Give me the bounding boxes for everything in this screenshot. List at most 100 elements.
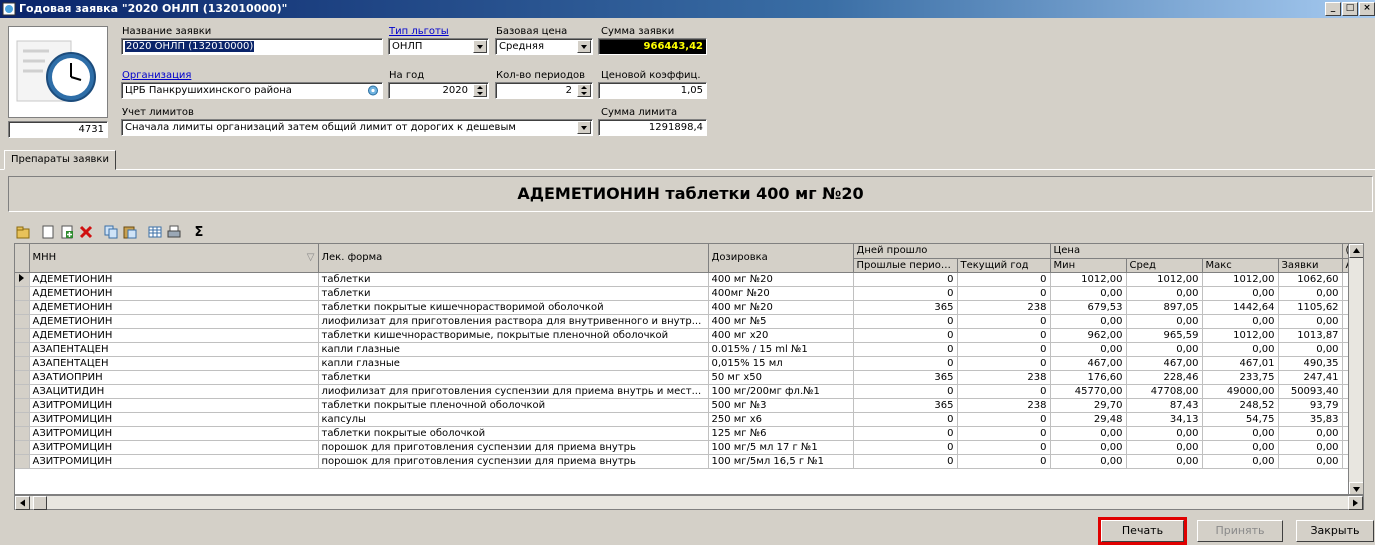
cell-form[interactable]: лиофилизат для приготовления раствора дл…	[318, 314, 709, 329]
cell-days-past[interactable]: 0	[853, 314, 958, 329]
cell-mnn[interactable]: АЗАПЕНТАЦЕН	[29, 342, 319, 357]
cell-dose[interactable]: 400мг №20	[708, 286, 854, 301]
cell-days-past[interactable]: 0	[853, 328, 958, 343]
cell-dose[interactable]: 100 мг/5 мл 17 г №1	[708, 440, 854, 455]
scroll-left-icon[interactable]	[15, 496, 30, 510]
cell-days-past[interactable]: 0	[853, 272, 958, 287]
close-window-button[interactable]: ×	[1359, 2, 1375, 16]
table-row[interactable]: АЗАПЕНТАЦЕН капли глазные 0.015% / 15 ml №…	[15, 342, 1363, 357]
cell-min[interactable]: 0,00	[1050, 286, 1127, 301]
cell-max[interactable]: 233,75	[1202, 370, 1279, 385]
cell-days-current[interactable]: 0	[957, 356, 1051, 371]
spin-arrows-icon[interactable]	[577, 84, 591, 97]
tab-drugs[interactable]: Препараты заявки	[4, 150, 116, 170]
benefit-type-link[interactable]: Тип льготы	[389, 26, 449, 38]
cell-mnn[interactable]: АЗИТРОМИЦИН	[29, 398, 319, 413]
cell-days-current[interactable]: 0	[957, 426, 1051, 441]
cell-min[interactable]: 0,00	[1050, 314, 1127, 329]
column-req[interactable]: Заявки	[1278, 258, 1343, 273]
cell-avg[interactable]: 47708,00	[1126, 384, 1203, 399]
open-icon[interactable]	[14, 223, 32, 241]
cell-dose[interactable]: 50 мг x50	[708, 370, 854, 385]
cell-days-current[interactable]: 0	[957, 328, 1051, 343]
column-avg[interactable]: Сред	[1126, 258, 1203, 273]
dropdown-arrow-icon[interactable]	[577, 40, 591, 53]
cell-form[interactable]: лиофилизат для приготовления суспензии д…	[318, 384, 709, 399]
cell-days-current[interactable]: 238	[957, 300, 1051, 315]
cell-dose[interactable]: 250 мг x6	[708, 412, 854, 427]
table-row[interactable]: АЗАТИОПРИН таблетки 50 мг x50 365 238 176,60 2…	[15, 370, 1363, 385]
cell-max[interactable]: 49000,00	[1202, 384, 1279, 399]
cell-days-past[interactable]: 0	[853, 356, 958, 371]
cell-days-past[interactable]: 0	[853, 384, 958, 399]
cell-req[interactable]: 1062,60	[1278, 272, 1343, 287]
table-row[interactable]: АЗИТРОМИЦИН таблетки покрытые пленочной о…	[15, 398, 1363, 413]
column-form[interactable]: Лек. форма	[318, 244, 709, 273]
cell-form[interactable]: таблетки кишечнорастворимые, покрытые пл…	[318, 328, 709, 343]
table-row[interactable]: АДЕМЕТИОНИН таблетки 400мг №20 0 0 0,00 0,00 0,…	[15, 286, 1363, 301]
cell-min[interactable]: 29,48	[1050, 412, 1127, 427]
cell-avg[interactable]: 0,00	[1126, 286, 1203, 301]
paste-icon[interactable]	[121, 223, 139, 241]
cell-mnn[interactable]: АЗАТИОПРИН	[29, 370, 319, 385]
cell-form[interactable]: таблетки	[318, 370, 709, 385]
minimize-button[interactable]: _	[1325, 2, 1341, 16]
table-row[interactable]: АДЕМЕТИОНИН таблетки 400 мг №20 0 0 1012,00 10…	[15, 272, 1363, 287]
cell-min[interactable]: 0,00	[1050, 440, 1127, 455]
cell-mnn[interactable]: АДЕМЕТИОНИН	[29, 272, 319, 287]
print-button[interactable]: Печать	[1101, 520, 1184, 542]
cell-days-current[interactable]: 238	[957, 370, 1051, 385]
cell-days-past[interactable]: 365	[853, 398, 958, 413]
cell-days-current[interactable]: 0	[957, 342, 1051, 357]
row-indicator[interactable]	[15, 412, 30, 427]
cell-mnn[interactable]: АЗИТРОМИЦИН	[29, 454, 319, 469]
cell-max[interactable]: 0,00	[1202, 342, 1279, 357]
row-indicator[interactable]	[15, 272, 30, 287]
cell-mnn[interactable]: АДЕМЕТИОНИН	[29, 286, 319, 301]
cell-avg[interactable]: 897,05	[1126, 300, 1203, 315]
cell-days-current[interactable]: 0	[957, 314, 1051, 329]
cell-req[interactable]: 0,00	[1278, 454, 1343, 469]
row-indicator[interactable]	[15, 356, 30, 371]
cell-days-past[interactable]: 0	[853, 454, 958, 469]
maximize-button[interactable]: □	[1342, 2, 1358, 16]
row-indicator[interactable]	[15, 300, 30, 315]
table-row[interactable]: АДЕМЕТИОНИН таблетки кишечнорастворимые, …	[15, 328, 1363, 343]
cell-avg[interactable]: 0,00	[1126, 314, 1203, 329]
cell-req[interactable]: 490,35	[1278, 356, 1343, 371]
cell-days-past[interactable]: 0	[853, 412, 958, 427]
cell-mnn[interactable]: АЗИТРОМИЦИН	[29, 426, 319, 441]
cell-avg[interactable]: 0,00	[1126, 342, 1203, 357]
limit-sum-field[interactable]: 1291898,4	[598, 119, 707, 136]
table-row[interactable]: АЗАЦИТИДИН лиофилизат для приготовления с…	[15, 384, 1363, 399]
year-spinner[interactable]: 2020	[388, 82, 489, 99]
table-row[interactable]: АЗИТРОМИЦИН порошок для приготовления сус…	[15, 454, 1363, 469]
cell-mnn[interactable]: АДЕМЕТИОНИН	[29, 300, 319, 315]
cell-avg[interactable]: 87,43	[1126, 398, 1203, 413]
add-doc-icon[interactable]	[58, 223, 76, 241]
cell-min[interactable]: 29,70	[1050, 398, 1127, 413]
dropdown-arrow-icon[interactable]	[473, 40, 487, 53]
row-indicator[interactable]	[15, 370, 30, 385]
benefit-type-select[interactable]: ОНЛП	[388, 38, 489, 55]
cell-avg[interactable]: 467,00	[1126, 356, 1203, 371]
cell-dose[interactable]: 0.015% / 15 ml №1	[708, 342, 854, 357]
spin-arrows-icon[interactable]	[473, 84, 487, 97]
cell-min[interactable]: 176,60	[1050, 370, 1127, 385]
cell-min[interactable]: 0,00	[1050, 342, 1127, 357]
scroll-down-icon[interactable]	[1349, 482, 1363, 494]
cell-req[interactable]: 0,00	[1278, 342, 1343, 357]
request-id-field[interactable]: 4731	[8, 121, 108, 138]
limits-select[interactable]: Сначала лимиты организаций затем общий л…	[121, 119, 593, 136]
cell-req[interactable]: 1105,62	[1278, 300, 1343, 315]
dropdown-arrow-icon[interactable]	[577, 121, 591, 134]
name-field[interactable]: 2020 ОНЛП (132010000)	[121, 38, 383, 55]
cell-req[interactable]: 0,00	[1278, 286, 1343, 301]
cell-form[interactable]: капсулы	[318, 412, 709, 427]
column-min[interactable]: Мин	[1050, 258, 1127, 273]
cell-mnn[interactable]: АДЕМЕТИОНИН	[29, 314, 319, 329]
cell-req[interactable]: 0,00	[1278, 314, 1343, 329]
cell-form[interactable]: таблетки покрытые пленочной оболочкой	[318, 398, 709, 413]
column-days-current[interactable]: Текущий год	[957, 258, 1051, 273]
cell-avg[interactable]: 0,00	[1126, 440, 1203, 455]
